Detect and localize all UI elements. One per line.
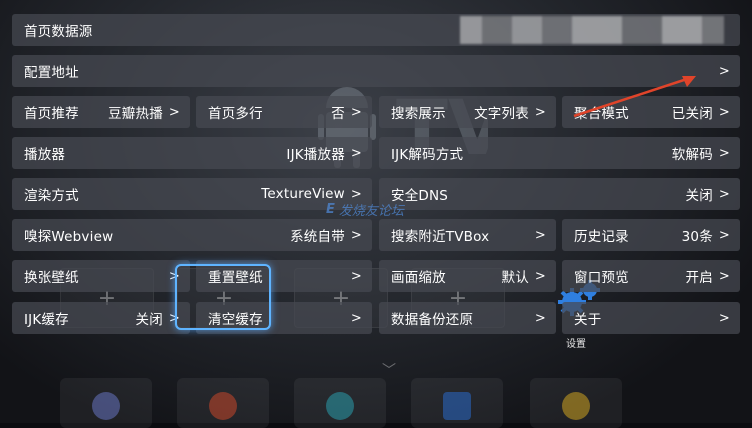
setting-label: 首页推荐 [24, 106, 79, 122]
setting-value: 软解码 [671, 147, 713, 163]
setting-value: 开启 [685, 270, 713, 286]
chevron-right-icon: > [350, 145, 362, 161]
setting-label: 嗅探Webview [24, 229, 114, 245]
setting-value: 豆瓣热播 [108, 106, 163, 122]
chevron-right-icon: > [168, 104, 180, 120]
setting-label: 渲染方式 [24, 188, 79, 204]
setting-label: 历史记录 [574, 229, 629, 245]
app-icon-5 [562, 392, 590, 420]
chevron-right-icon: > [534, 104, 546, 120]
setting-label: 画面缩放 [391, 270, 446, 286]
annotation-arrow-icon [573, 76, 696, 118]
setting-value: 文字列表 [474, 106, 529, 122]
setting-search-nearby-tvbox[interactable]: 搜索附近TVBox > [379, 219, 556, 251]
setting-value: 关闭 [135, 312, 163, 328]
chevron-right-icon: > [718, 186, 730, 202]
app-icon-2 [209, 392, 237, 420]
settings-label: 设置 [566, 339, 586, 350]
chevron-right-icon: > [350, 104, 362, 120]
setting-picture-scale[interactable]: 画面缩放 默认 > [379, 260, 556, 292]
chevron-right-icon: > [718, 227, 730, 243]
chevron-right-icon: > [350, 227, 362, 243]
setting-value: 系统自带 [290, 229, 345, 245]
app-icon-4 [443, 392, 471, 420]
chevron-right-icon: > [718, 145, 730, 161]
setting-value: 默认 [501, 270, 529, 286]
setting-label: 播放器 [24, 147, 66, 163]
watermark: E 发烧友论坛 [326, 200, 404, 219]
setting-secure-dns[interactable]: 安全DNS 关闭 > [379, 178, 740, 210]
setting-label: IJK缓存 [24, 312, 69, 328]
setting-history[interactable]: 历史记录 30条 > [562, 219, 740, 251]
setting-backup-restore[interactable]: 数据备份还原 > [379, 302, 556, 334]
chevron-right-icon: > [534, 227, 546, 243]
setting-clear-cache[interactable]: 清空缓存 > [196, 302, 372, 334]
setting-value: IJK播放器 [286, 147, 345, 163]
setting-change-wallpaper[interactable]: 换张壁纸 > [12, 260, 190, 292]
setting-label: IJK解码方式 [391, 147, 464, 163]
setting-label: 搜索展示 [391, 106, 446, 122]
setting-label: 换张壁纸 [24, 270, 79, 286]
setting-label: 首页数据源 [24, 24, 93, 40]
setting-home-multirow[interactable]: 首页多行 否 > [196, 96, 372, 128]
app-icon-1 [92, 392, 120, 420]
setting-render-mode[interactable]: 渲染方式 TextureView > [12, 178, 372, 210]
watermark-text: 发烧友论坛 [338, 204, 404, 219]
setting-window-preview[interactable]: 窗口预览 开启 > [562, 260, 740, 292]
setting-home-recommend[interactable]: 首页推荐 豆瓣热播 > [12, 96, 190, 128]
setting-label: 搜索附近TVBox [391, 229, 490, 245]
setting-sniff-webview[interactable]: 嗅探Webview 系统自带 > [12, 219, 372, 251]
setting-label: 首页多行 [208, 106, 263, 122]
chevron-right-icon: > [350, 268, 362, 284]
chevron-right-icon: > [718, 104, 730, 120]
chevron-down-icon: ﹀ [382, 363, 396, 379]
chevron-right-icon: > [718, 310, 730, 326]
setting-ijk-cache[interactable]: IJK缓存 关闭 > [12, 302, 190, 334]
setting-label: 窗口预览 [574, 270, 629, 286]
chevron-right-icon: > [718, 63, 730, 79]
setting-reset-wallpaper[interactable]: 重置壁纸 > [196, 260, 372, 292]
setting-label: 配置地址 [24, 65, 79, 81]
setting-value: 30条 [681, 229, 713, 245]
setting-value: 否 [331, 106, 345, 122]
setting-player[interactable]: 播放器 IJK播放器 > [12, 137, 372, 169]
setting-about[interactable]: 关于 > [562, 302, 740, 334]
chevron-right-icon: > [168, 310, 180, 326]
setting-label: 数据备份还原 [391, 312, 474, 328]
chevron-right-icon: > [534, 310, 546, 326]
chevron-right-icon: > [534, 268, 546, 284]
setting-ijk-decode[interactable]: IJK解码方式 软解码 > [379, 137, 740, 169]
app-icon-3 [326, 392, 354, 420]
chevron-right-icon: > [718, 268, 730, 284]
setting-label: 重置壁纸 [208, 270, 263, 286]
watermark-logo-icon: E [326, 202, 335, 217]
data-source-value-redacted [452, 16, 724, 44]
setting-label: 关于 [574, 312, 602, 328]
chevron-right-icon: > [350, 310, 362, 326]
setting-value: 关闭 [685, 188, 713, 204]
setting-search-display[interactable]: 搜索展示 文字列表 > [379, 96, 556, 128]
chevron-right-icon: > [168, 268, 180, 284]
setting-label: 清空缓存 [208, 312, 263, 328]
